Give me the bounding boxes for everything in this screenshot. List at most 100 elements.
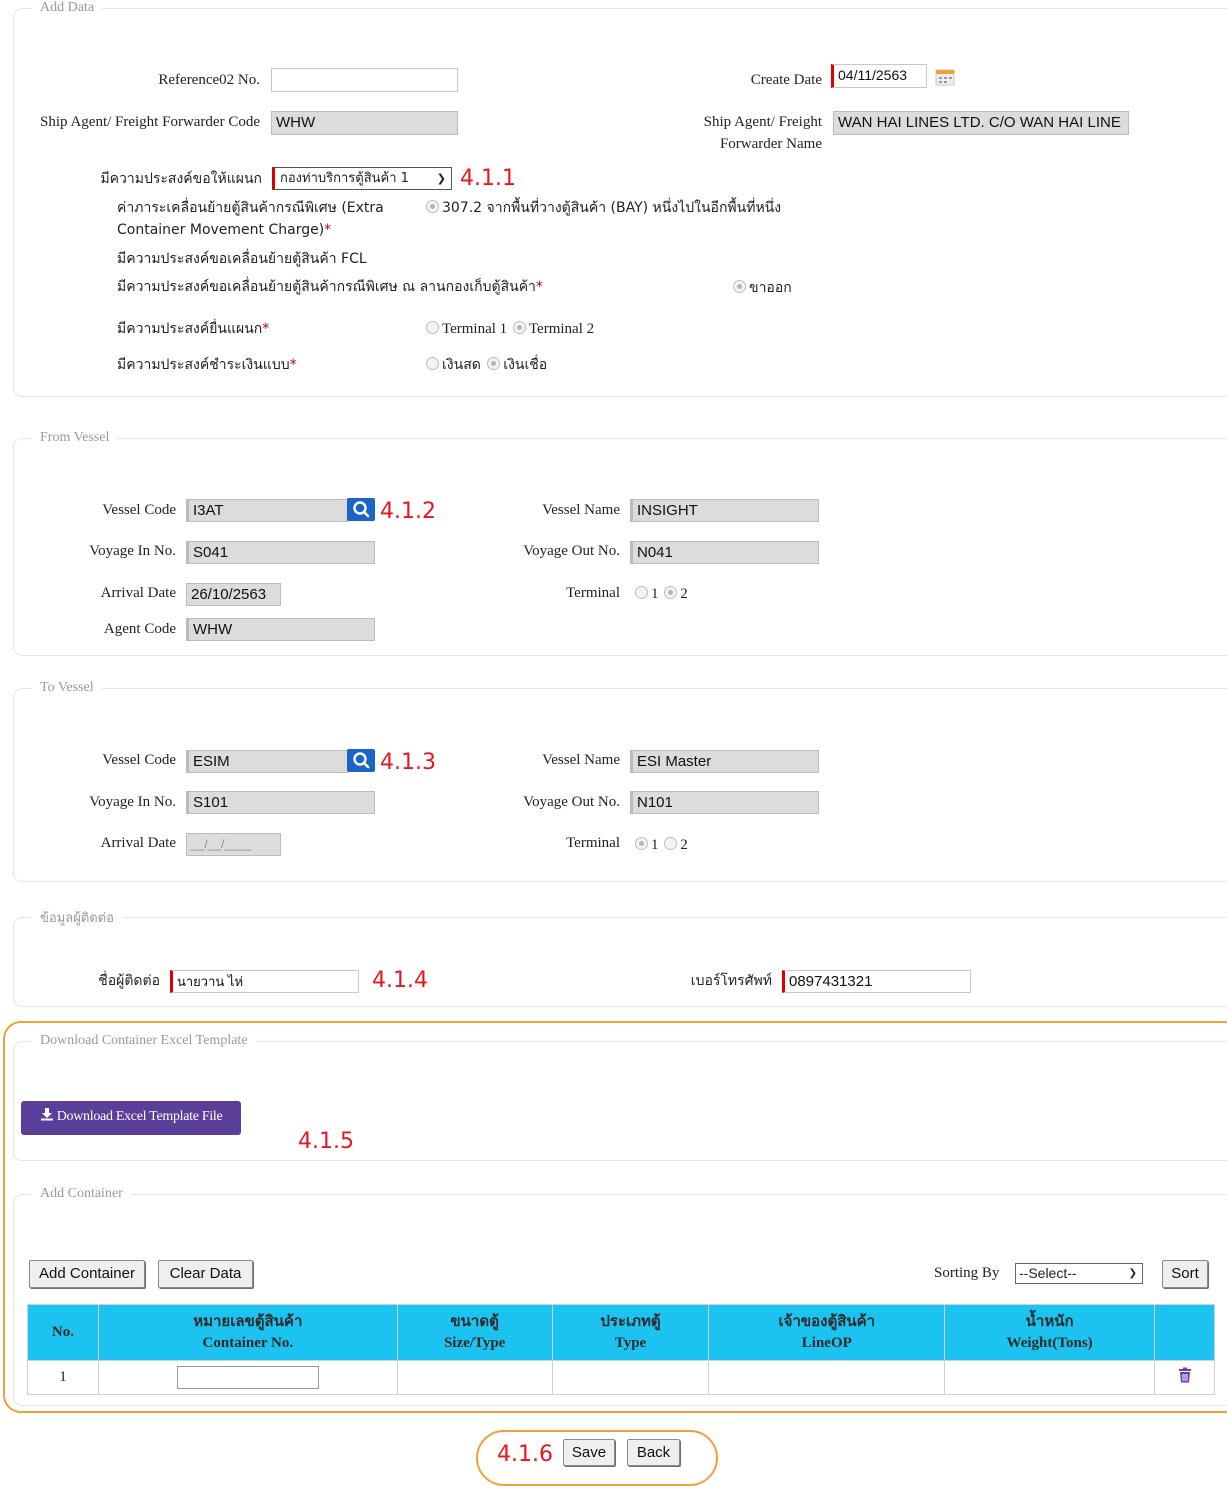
table-header-row: No. หมายเลขตู้สินค้า Container No. ขนาดตู… <box>27 1304 1215 1361</box>
agent-name-field: WAN HAI LINES LTD. C/O WAN HAI LINE <box>833 111 1129 135</box>
from-terminal-label: Terminal <box>566 585 620 601</box>
chevron-down-icon: ❯ <box>436 172 446 185</box>
from-vessel-code-field: I3AT <box>186 499 348 522</box>
terminal-2-radio[interactable] <box>512 321 526 334</box>
to-voyage-in-label: Voyage In No. <box>89 794 176 810</box>
to-voyage-out-field: N101 <box>630 791 819 814</box>
col-size-type: ขนาดตู้ Size/Type <box>396 1304 553 1361</box>
contact-name-input[interactable]: นายวาน ไห่ <box>170 970 359 993</box>
from-vessel-search-button[interactable] <box>347 498 375 521</box>
from-terminal-2-radio[interactable] <box>664 586 678 599</box>
to-vessel-name-field: ESI Master <box>630 750 819 773</box>
to-vessel-legend: To Vessel <box>40 680 94 695</box>
back-button[interactable]: Back <box>627 1439 680 1466</box>
from-arrival-label: Arrival Date <box>100 585 176 601</box>
to-terminal-label: Terminal <box>566 835 620 851</box>
row-lineop <box>708 1360 946 1395</box>
to-arrival-label: Arrival Date <box>100 835 176 851</box>
annotation-4-1-5: 4.1.5 <box>298 1129 354 1154</box>
fcl-label: มีความประสงค์ขอเคลื่อนย้ายตู้สินค้า FCL <box>117 251 367 267</box>
payment-credit-radio[interactable] <box>487 357 501 370</box>
container-no-input[interactable] <box>176 1366 319 1389</box>
contact-phone-label: เบอร์โทรศัพท์ <box>690 973 772 989</box>
from-vessel-name-field: INSIGHT <box>630 499 819 522</box>
department-select-value: กองท่าบริการตู้สินค้า 1 <box>280 171 409 186</box>
from-voyage-out-label: Voyage Out No. <box>523 543 620 559</box>
from-vessel-legend: From Vessel <box>40 430 110 445</box>
row-size <box>396 1360 553 1395</box>
chevron-down-icon: ❯ <box>1128 1268 1137 1279</box>
annotation-4-1-1: 4.1.1 <box>460 166 516 191</box>
special-move-radio[interactable] <box>733 280 746 293</box>
to-vessel-code-label: Vessel Code <box>102 752 176 768</box>
row-container-no-cell <box>97 1360 398 1395</box>
col-actions <box>1154 1304 1215 1361</box>
sort-select-value: --Select-- <box>1019 1265 1077 1281</box>
col-lineop: เจ้าของตู้สินค้า LineOP <box>708 1304 946 1361</box>
to-terminal-2-radio[interactable] <box>664 837 678 850</box>
terminal-1-radio[interactable] <box>426 321 439 334</box>
download-template-button[interactable]: Download Excel Template File <box>21 1101 241 1135</box>
charge-option[interactable]: 307.2 จากพื้นที่วางตู้สินค้า (BAY) หนึ่ง… <box>426 197 781 219</box>
add-container-button[interactable]: Add Container <box>29 1260 145 1288</box>
from-agent-code-field: WHW <box>186 618 375 641</box>
table-row: 1 <box>27 1360 1215 1395</box>
from-vessel-name-label: Vessel Name <box>542 502 620 518</box>
charge-radio[interactable] <box>426 200 439 213</box>
add-container-legend: Add Container <box>40 1186 123 1201</box>
agent-name-label: Ship Agent/ Freight Forwarder Name <box>703 114 822 152</box>
download-legend: Download Container Excel Template <box>40 1033 248 1048</box>
trash-icon[interactable] <box>1178 1367 1192 1383</box>
contact-phone-input[interactable]: 0897431321 <box>782 970 971 993</box>
contact-legend: ข้อมูลผู้ติดต่อ <box>40 911 114 926</box>
from-terminal-1-radio[interactable] <box>635 586 648 599</box>
sort-button[interactable]: Sort <box>1162 1260 1208 1288</box>
row-actions <box>1154 1360 1215 1395</box>
agent-code-label: Ship Agent/ Freight Forwarder Code <box>40 114 260 130</box>
payment-label: มีความประสงค์ชำระเงินแบบ* <box>117 357 297 373</box>
col-weight: น้ำหนัก Weight(Tons) <box>944 1304 1156 1361</box>
from-vessel-code-label: Vessel Code <box>102 502 176 518</box>
clear-data-button[interactable]: Clear Data <box>158 1260 253 1288</box>
col-no: No. <box>27 1304 99 1361</box>
annotation-4-1-4: 4.1.4 <box>372 968 428 993</box>
row-weight <box>944 1360 1156 1395</box>
from-agent-code-label: Agent Code <box>103 621 176 637</box>
special-move-option[interactable]: ขาออก <box>733 277 792 299</box>
reference-input[interactable] <box>271 68 458 92</box>
create-date-input[interactable]: 04/11/2563 <box>831 64 927 88</box>
col-type: ประเภทตู้ Type <box>551 1304 710 1361</box>
payment-options: เงินสด เงินเชื่อ <box>426 354 547 376</box>
to-vessel-name-label: Vessel Name <box>542 752 620 768</box>
department-select[interactable]: กองท่าบริการตู้สินค้า 1 ❯ <box>272 167 452 190</box>
search-icon <box>353 501 370 518</box>
annotation-4-1-2: 4.1.2 <box>380 499 436 524</box>
container-table: No. หมายเลขตู้สินค้า Container No. ขนาดตู… <box>27 1304 1215 1395</box>
payment-cash-radio[interactable] <box>426 357 439 370</box>
from-voyage-in-field: S041 <box>186 541 375 564</box>
annotation-4-1-6: 4.1.6 <box>497 1442 553 1467</box>
charge-label: ค่าภาระเคลื่อนย้ายตู้สินค้ากรณีพิเศษ (Ex… <box>117 200 384 238</box>
from-arrival-field: 26/10/2563 <box>186 583 281 606</box>
save-button[interactable]: Save <box>563 1439 615 1466</box>
add-data-legend: Add Data <box>40 0 95 15</box>
reference-label: Reference02 No. <box>158 72 260 88</box>
from-voyage-out-field: N041 <box>630 541 819 564</box>
agent-code-field: WHW <box>271 111 458 135</box>
row-no: 1 <box>27 1360 99 1395</box>
sort-select[interactable]: --Select-- ❯ <box>1015 1263 1143 1284</box>
row-type <box>551 1360 710 1395</box>
terminal-label: มีความประสงค์ยื่นแผนก* <box>117 321 270 337</box>
calendar-icon[interactable] <box>935 69 955 86</box>
to-vessel-code-field: ESIM <box>186 750 348 773</box>
download-template-label: Download Excel Template File <box>56 1109 223 1124</box>
create-date-label: Create Date <box>750 72 822 88</box>
to-vessel-search-button[interactable] <box>347 749 375 772</box>
annotation-4-1-3: 4.1.3 <box>380 750 436 775</box>
to-arrival-field: __/__/____ <box>186 833 281 856</box>
to-terminal-1-radio[interactable] <box>635 837 648 850</box>
special-move-label: มีความประสงค์ขอเคลื่อนย้ายตู้สินค้ากรณีพ… <box>117 279 543 295</box>
download-icon <box>40 1108 53 1121</box>
from-terminal-options: 1 2 <box>635 583 688 605</box>
to-voyage-in-field: S101 <box>186 791 375 814</box>
